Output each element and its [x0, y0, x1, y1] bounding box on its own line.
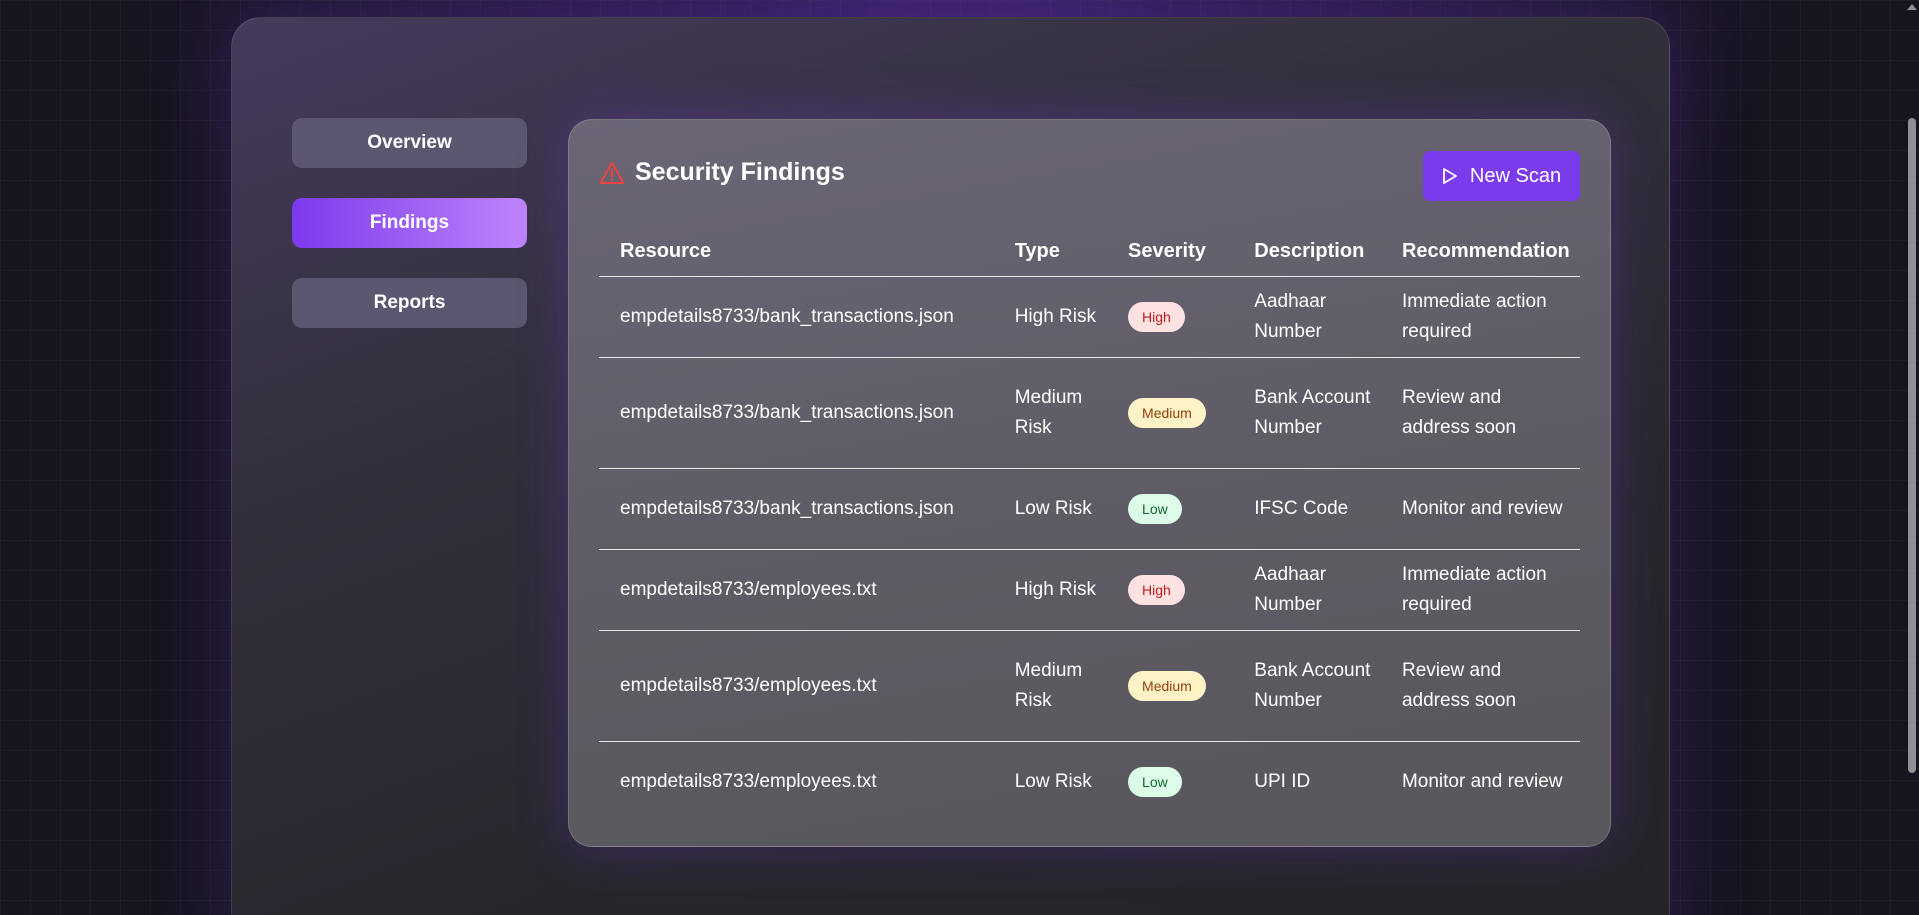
- cell-type: Medium Risk: [993, 357, 1108, 469]
- panel-title: Security Findings: [599, 158, 845, 187]
- scroll-up-arrow-icon[interactable]: [1907, 4, 1917, 10]
- table-row[interactable]: empdetails8733/employees.txt Medium Risk…: [599, 630, 1580, 742]
- page-scrollbar[interactable]: [1905, 0, 1919, 915]
- sidebar-item-findings[interactable]: Findings: [292, 198, 527, 248]
- sidebar-item-overview[interactable]: Overview: [292, 118, 527, 168]
- table-header-row: Resource Type Severity Description Recom…: [599, 226, 1580, 277]
- cell-description: Bank Account Number: [1233, 357, 1381, 469]
- cell-recommendation: Review and address soon: [1380, 357, 1580, 469]
- table-row[interactable]: empdetails8733/bank_transactions.json Hi…: [599, 276, 1580, 358]
- cell-recommendation: Immediate action required: [1380, 549, 1580, 631]
- cell-type: High Risk: [993, 276, 1108, 358]
- cell-severity: Medium: [1107, 630, 1234, 742]
- new-scan-label: New Scan: [1469, 164, 1562, 187]
- cell-severity: High: [1107, 276, 1234, 358]
- header-severity[interactable]: Severity: [1107, 226, 1234, 277]
- findings-panel: Security Findings New Scan Resource Type…: [568, 119, 1611, 847]
- cell-description: IFSC Code: [1233, 468, 1381, 550]
- header-type[interactable]: Type: [993, 226, 1108, 277]
- table-row[interactable]: empdetails8733/employees.txt Low Risk Lo…: [599, 742, 1580, 823]
- severity-badge: Low: [1128, 767, 1182, 797]
- severity-badge: High: [1128, 302, 1185, 332]
- cell-severity: Low: [1107, 742, 1233, 823]
- severity-badge: Medium: [1128, 398, 1206, 428]
- cell-description: Aadhaar Number: [1233, 276, 1381, 358]
- severity-badge: Medium: [1128, 671, 1206, 701]
- table-row[interactable]: empdetails8733/bank_transactions.json Me…: [599, 357, 1580, 469]
- severity-badge: Low: [1128, 494, 1182, 524]
- sidebar-item-reports[interactable]: Reports: [292, 278, 527, 328]
- sidebar: Overview Findings Reports: [292, 118, 527, 358]
- cell-severity: High: [1107, 549, 1234, 631]
- cell-recommendation: Monitor and review: [1401, 771, 1563, 792]
- header-resource[interactable]: Resource: [599, 226, 994, 277]
- cell-recommendation: Monitor and review: [1380, 468, 1580, 550]
- findings-table: Resource Type Severity Description Recom…: [599, 226, 1580, 822]
- header-description[interactable]: Description: [1233, 226, 1381, 277]
- cell-severity: Low: [1107, 468, 1234, 550]
- cell-resource: empdetails8733/bank_transactions.json: [599, 468, 994, 550]
- table-row[interactable]: empdetails8733/employees.txt High Risk H…: [599, 549, 1580, 631]
- severity-badge: High: [1128, 575, 1185, 605]
- table-row[interactable]: empdetails8733/bank_transactions.json Lo…: [599, 468, 1580, 550]
- cell-description: UPI ID: [1254, 771, 1311, 792]
- cell-type: Low Risk: [993, 468, 1108, 550]
- cell-resource: empdetails8733/bank_transactions.json: [599, 357, 994, 469]
- scrollbar-thumb[interactable]: [1908, 118, 1916, 773]
- new-scan-button[interactable]: New Scan: [1423, 151, 1580, 201]
- cell-resource: empdetails8733/bank_transactions.json: [599, 276, 994, 358]
- cell-description: Bank Account Number: [1233, 630, 1381, 742]
- cell-type: High Risk: [993, 549, 1108, 631]
- warning-triangle-icon: [599, 161, 625, 185]
- cell-recommendation: Immediate action required: [1380, 276, 1580, 358]
- header-recommendation[interactable]: Recommendation: [1380, 226, 1580, 277]
- cell-description: Aadhaar Number: [1233, 549, 1381, 631]
- cell-recommendation: Review and address soon: [1380, 630, 1580, 742]
- app-frame: Overview Findings Reports Security Findi…: [231, 17, 1670, 915]
- play-icon: [1442, 167, 1458, 185]
- cell-type: Medium Risk: [993, 630, 1108, 742]
- cell-resource: empdetails8733/employees.txt: [599, 630, 994, 742]
- panel-title-text: Security Findings: [635, 158, 845, 186]
- cell-resource: empdetails8733/employees.txt: [620, 771, 877, 792]
- cell-type: Low Risk: [1014, 771, 1092, 792]
- cell-severity: Medium: [1107, 357, 1234, 469]
- cell-resource: empdetails8733/employees.txt: [599, 549, 994, 631]
